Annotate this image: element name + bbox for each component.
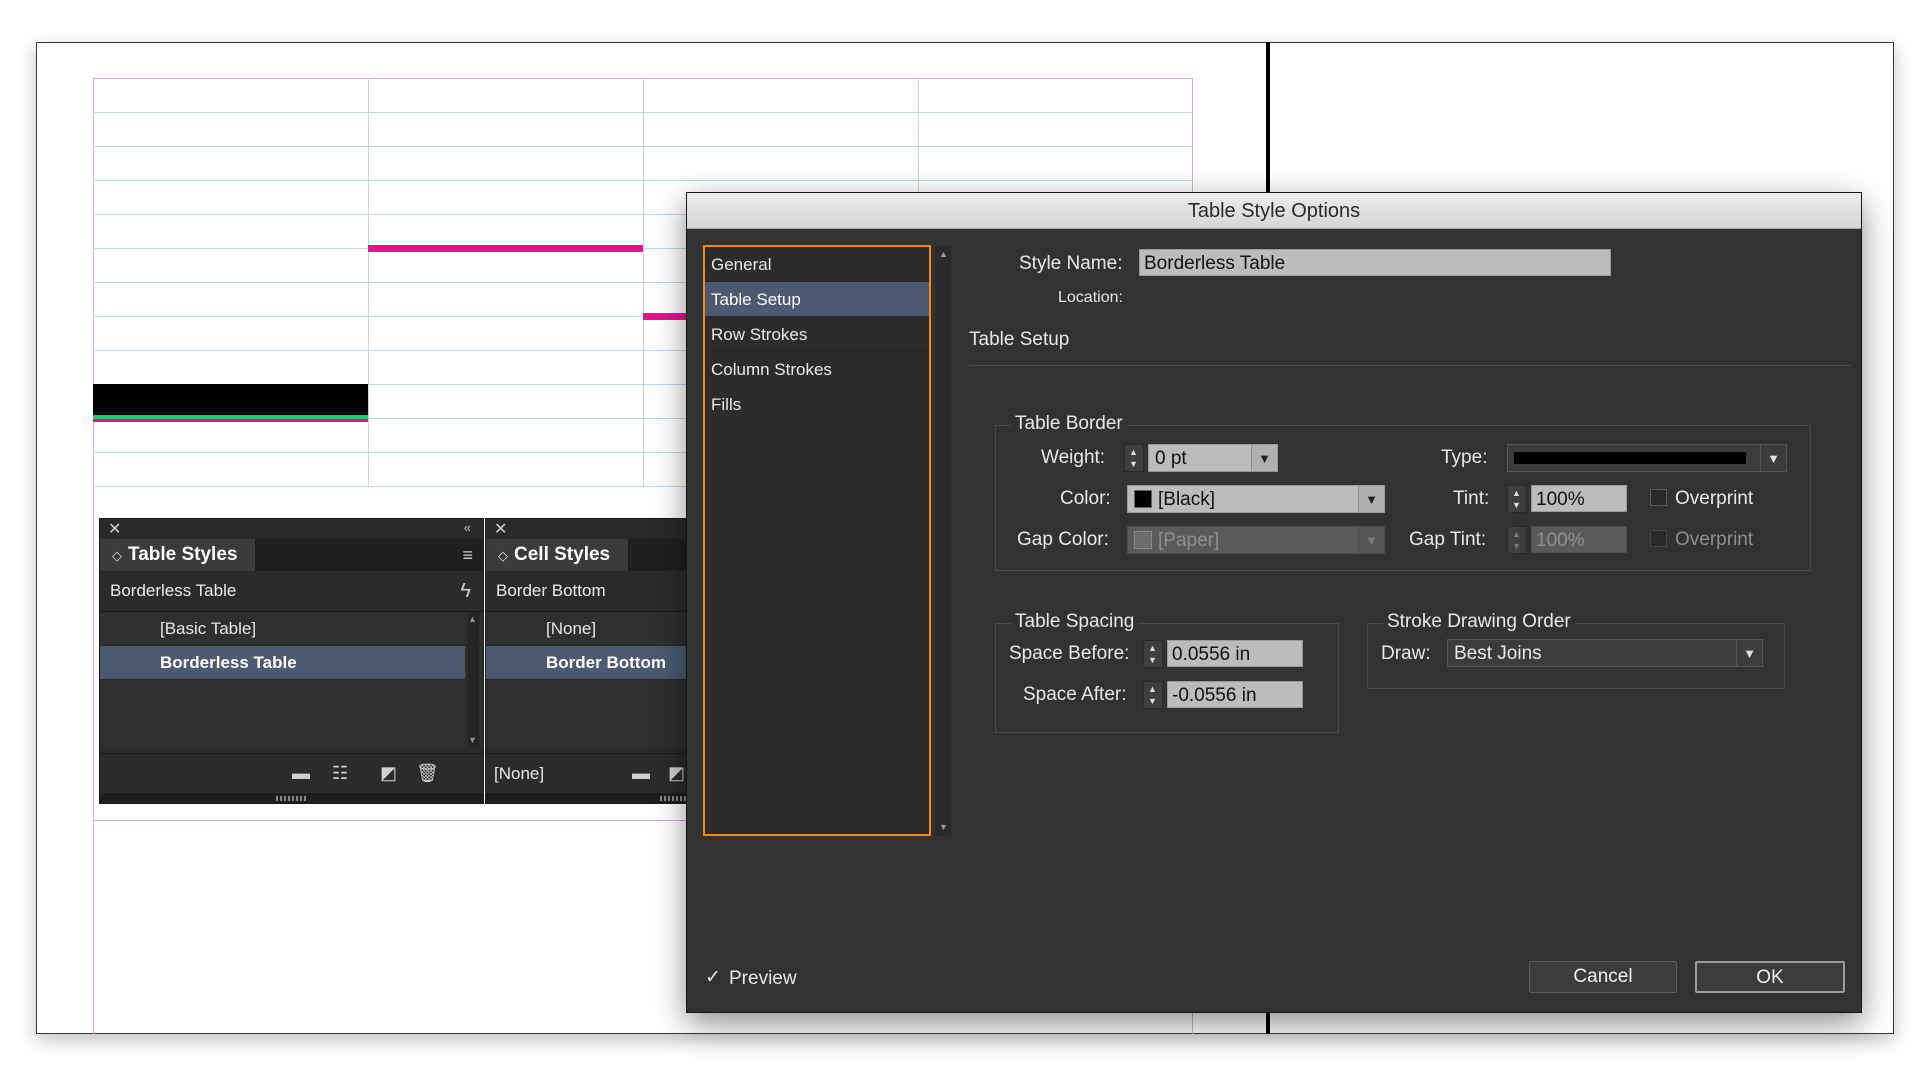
space-after-input[interactable]: -0.0556 in [1167,681,1303,708]
style-name-input[interactable]: Borderless Table [1139,249,1611,276]
space-before-label: Space Before: [1009,643,1130,664]
lightning-icon[interactable]: ϟ [460,571,471,611]
list-item[interactable]: [Basic Table] [100,612,483,646]
nav-item-fills[interactable]: Fills [705,387,929,422]
black-fill-cell [93,384,368,416]
gap-color-dropdown[interactable]: [Paper] ▼ [1127,526,1385,554]
list-item[interactable]: Borderless Table [100,646,465,680]
current-style: Border Bottom [496,581,606,600]
panel-menu-icon[interactable]: ≡ [462,545,473,566]
style-list: [Basic Table] Borderless Table ▲ ▼ [100,611,483,747]
preview-label: Preview [729,968,797,989]
tab-arrows-icon: ◇ [112,548,122,563]
scroll-up-icon[interactable]: ▲ [468,614,477,624]
table-styles-panel: ✕ « ◇ Table Styles ≡ Borderless Table ϟ [… [99,518,484,804]
style-list: [None] Border Bottom [486,611,689,747]
style-name-label: Style Name: [1019,253,1123,274]
overprint-checkbox[interactable] [1650,489,1667,506]
chevron-down-icon: ▼ [1251,445,1277,471]
margin-guide-left [93,78,94,1034]
cell-bottom-stroke [93,419,368,422]
preview-checkbox[interactable]: ✓ [705,966,721,989]
list-item[interactable]: Border Bottom [486,646,689,680]
section-title: Table Setup [969,329,1070,350]
nav-item-column-strokes[interactable]: Column Strokes [705,352,929,387]
table-border-title: Table Border [1011,413,1127,435]
dialog-title: Table Style Options [687,193,1861,229]
space-before-input[interactable]: 0.0556 in [1167,640,1303,667]
gap-tint-label: Gap Tint: [1409,529,1487,550]
chevron-down-icon: ▼ [1358,527,1384,553]
folder-icon[interactable]: ▬ [292,763,310,784]
tab-cell-styles[interactable]: ◇ Cell Styles [486,539,630,571]
tint-input[interactable]: 100% [1531,485,1627,512]
scroll-down-icon[interactable]: ▼ [939,822,948,832]
tint-stepper[interactable]: ▲ ▼ [1507,485,1527,513]
weight-stepper[interactable]: ▲ ▼ [1124,444,1144,472]
draw-label: Draw: [1381,643,1431,664]
color-label: Color: [1060,488,1111,509]
cell-styles-panel: ✕ ◇ Cell Styles Border Bottom [None] Bord… [485,518,690,804]
table-style-options-dialog: Table Style Options General Table Setup … [686,192,1862,1013]
color-swatch [1134,490,1152,508]
nav-item-row-strokes[interactable]: Row Strokes [705,317,929,352]
cell-bottom-stroke [643,313,688,320]
new-style-icon[interactable]: ◩ [380,763,397,784]
weight-dropdown[interactable]: 0 pt ▼ [1148,444,1278,472]
cell-bottom-stroke [368,245,643,252]
style-override-icon[interactable]: ☷ [332,763,348,784]
close-icon[interactable]: ✕ [494,519,507,539]
tint-label: Tint: [1453,488,1490,509]
category-scrollbar[interactable]: ▲ ▼ [935,245,951,836]
draw-dropdown[interactable]: Best Joins ▼ [1447,639,1763,667]
footer-style-value: [None] [494,764,545,783]
color-dropdown[interactable]: [Black] ▼ [1127,485,1385,513]
new-style-icon[interactable]: ◩ [668,763,685,784]
scroll-down-icon[interactable]: ▼ [468,735,477,745]
overprint-label: Overprint [1675,488,1754,509]
resize-grip[interactable] [276,796,306,801]
space-after-stepper[interactable]: ▲ ▼ [1143,681,1163,709]
chevron-down-icon: ▼ [1358,486,1384,512]
nav-item-table-setup[interactable]: Table Setup [705,282,929,317]
gap-tint-stepper[interactable]: ▲ ▼ [1507,526,1527,554]
scroll-up-icon[interactable]: ▲ [939,249,948,259]
collapse-icon[interactable]: « [464,520,471,535]
chevron-down-icon: ▼ [1760,445,1786,471]
cancel-button[interactable]: Cancel [1529,961,1677,993]
location-label: Location: [1058,289,1123,306]
space-after-label: Space After: [1023,684,1127,705]
gap-color-label: Gap Color: [1017,529,1109,550]
folder-icon[interactable]: ▬ [632,763,650,784]
list-item[interactable]: [None] [486,612,689,646]
chevron-down-icon: ▼ [1736,640,1762,666]
stroke-order-title: Stroke Drawing Order [1383,611,1575,633]
stroke-type-preview [1514,452,1746,464]
space-before-stepper[interactable]: ▲ ▼ [1143,640,1163,668]
category-list: General Table Setup Row Strokes Column S… [703,245,931,836]
close-icon[interactable]: ✕ [108,519,121,539]
list-scrollbar[interactable]: ▲ ▼ [467,612,479,747]
ok-button[interactable]: OK [1695,961,1845,993]
gap-overprint-checkbox[interactable] [1650,530,1667,547]
gap-overprint-label: Overprint [1675,529,1754,550]
tab-arrows-icon: ◇ [498,548,508,563]
type-label: Type: [1441,447,1488,468]
gap-color-swatch [1134,531,1152,549]
nav-item-general[interactable]: General [705,247,929,282]
gap-tint-input[interactable]: 100% [1531,526,1627,553]
weight-label: Weight: [1041,447,1106,468]
trash-icon[interactable]: 🗑 [416,763,439,784]
table-spacing-title: Table Spacing [1011,611,1139,633]
current-style: Borderless Table ϟ [100,571,483,611]
tab-table-styles[interactable]: ◇ Table Styles [100,539,257,571]
